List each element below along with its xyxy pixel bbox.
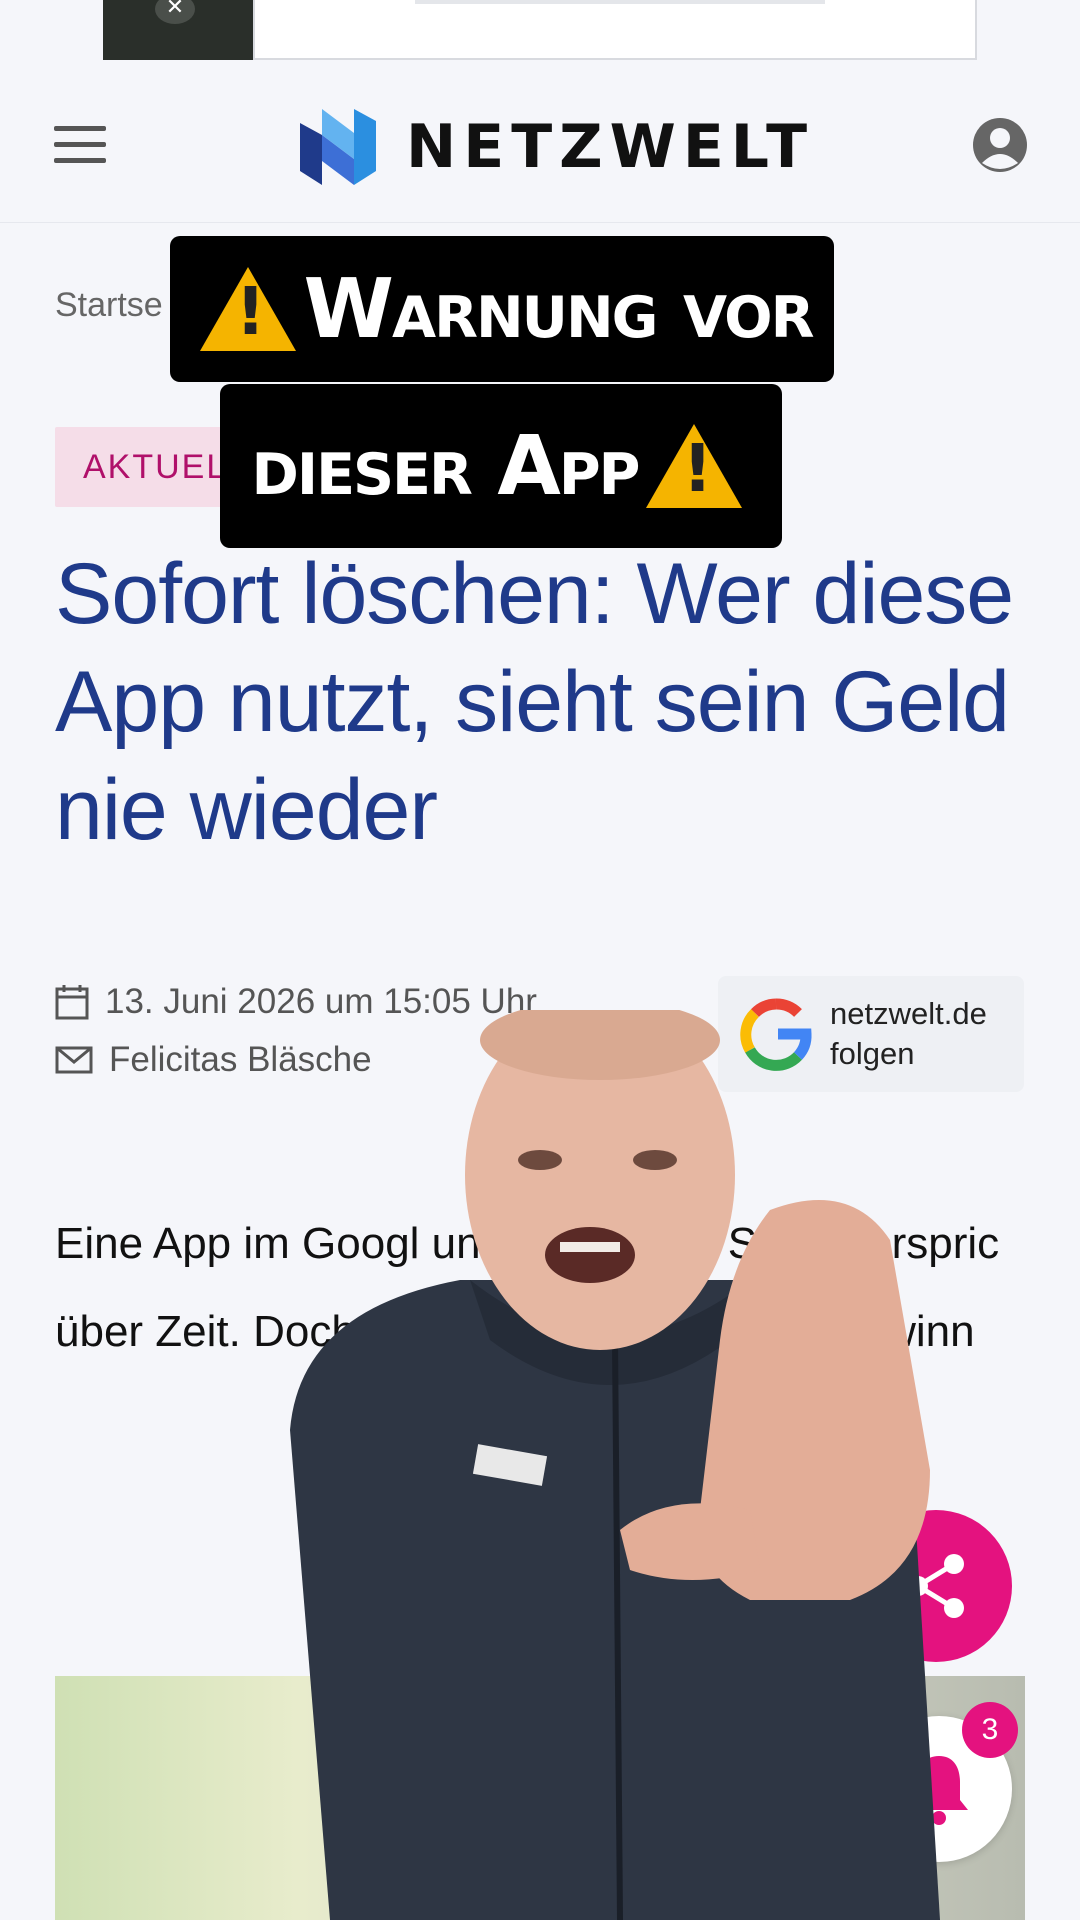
presenter-video-overlay xyxy=(290,1010,940,1920)
mute-icon[interactable]: ✕ xyxy=(155,0,195,24)
mail-icon xyxy=(55,1046,93,1074)
logo-text: NETZWELT xyxy=(406,112,815,182)
netzwelt-logo[interactable]: NETZWELT xyxy=(300,107,814,187)
calendar-icon xyxy=(55,985,89,1020)
notification-count-badge: 3 xyxy=(962,1702,1018,1758)
site-header: NETZWELT xyxy=(0,72,1080,223)
breadcrumb[interactable]: Startse xyxy=(55,286,163,325)
warning-icon xyxy=(199,267,296,351)
ad-strip: ✕ xyxy=(0,0,1080,72)
ad-video-thumbnail[interactable]: ✕ xyxy=(103,0,253,60)
ad-banner[interactable] xyxy=(253,0,977,60)
caption-line-1-text: Warnung vor xyxy=(303,261,815,357)
caption-line-1: Warnung vor xyxy=(170,236,834,382)
hamburger-menu-icon[interactable] xyxy=(54,126,106,164)
warning-icon xyxy=(646,424,743,508)
account-icon[interactable] xyxy=(972,117,1028,173)
netzwelt-logo-mark-icon xyxy=(300,109,376,185)
article-headline: Sofort löschen: Wer diese App nutzt, sie… xyxy=(55,546,1014,858)
caption-line-2: dieser App xyxy=(220,384,782,548)
caption-line-2-text: dieser App xyxy=(251,418,641,514)
